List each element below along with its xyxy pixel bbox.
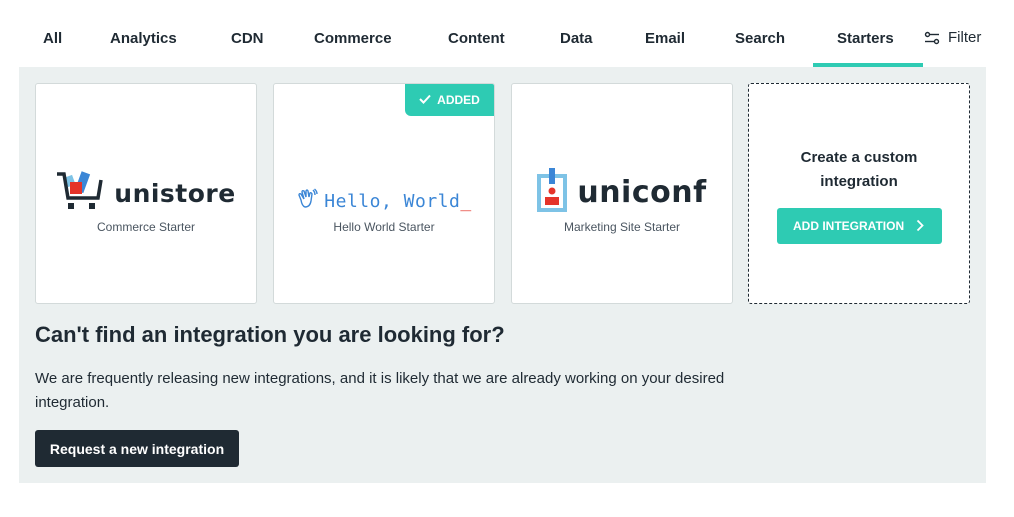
id-badge-icon [537, 168, 568, 217]
uniconf-logo: uniconf [512, 168, 732, 217]
added-badge: ADDED [405, 84, 494, 116]
logo-text: Hello, World_ [324, 191, 471, 212]
filter-label: Filter [948, 29, 982, 46]
starter-card-hello-world[interactable]: ADDED Hello, World_ Hello World Starter [273, 83, 495, 304]
tab-all[interactable]: All [43, 30, 62, 47]
hello-world-text: Hello, World [324, 191, 461, 212]
tab-content[interactable]: Content [448, 30, 505, 47]
custom-integration-title: Create a custom integration [749, 146, 969, 194]
tab-cdn[interactable]: CDN [231, 30, 264, 47]
unistore-logo: unistore [36, 170, 256, 217]
tab-email[interactable]: Email [645, 30, 685, 47]
starter-card-unistore[interactable]: unistore Commerce Starter [35, 83, 257, 304]
integrations-panel: unistore Commerce Starter ADDED Hello, W… [19, 67, 986, 483]
custom-integration-card: Create a custom integration ADD INTEGRAT… [748, 83, 970, 304]
badge-label: ADDED [437, 93, 480, 107]
shopping-cart-icon [56, 170, 104, 217]
filter-button[interactable]: Filter [924, 29, 981, 46]
card-subtitle: Commerce Starter [96, 220, 196, 234]
tab-data[interactable]: Data [560, 30, 593, 47]
card-subtitle: Marketing Site Starter [563, 220, 681, 234]
waving-hand-icon [296, 188, 318, 215]
not-found-heading: Can't find an integration you are lookin… [35, 322, 505, 347]
title-line-1: Create a custom [800, 149, 918, 166]
logo-text: unistore [114, 179, 236, 208]
logo-text: uniconf [577, 175, 707, 210]
sliders-icon [924, 31, 940, 45]
not-found-description: We are frequently releasing new integrat… [35, 370, 725, 411]
category-tabs: All Analytics CDN Commerce Content Data … [19, 0, 986, 67]
tab-commerce[interactable]: Commerce [314, 30, 392, 47]
hello-world-logo: Hello, World_ [274, 188, 494, 215]
chevron-right-icon [916, 219, 924, 235]
request-integration-button[interactable]: Request a new integration [35, 430, 239, 467]
tab-search[interactable]: Search [735, 30, 785, 47]
cursor-glyph: _ [460, 191, 472, 212]
starter-card-uniconf[interactable]: uniconf Marketing Site Starter [511, 83, 733, 304]
card-subtitle: Hello World Starter [333, 220, 435, 234]
add-integration-button[interactable]: ADD INTEGRATION [777, 208, 942, 244]
tab-starters[interactable]: Starters [837, 30, 894, 47]
check-icon [419, 93, 431, 107]
add-integration-label: ADD INTEGRATION [793, 219, 905, 233]
title-line-2: integration [820, 173, 898, 190]
tab-analytics[interactable]: Analytics [110, 30, 177, 47]
